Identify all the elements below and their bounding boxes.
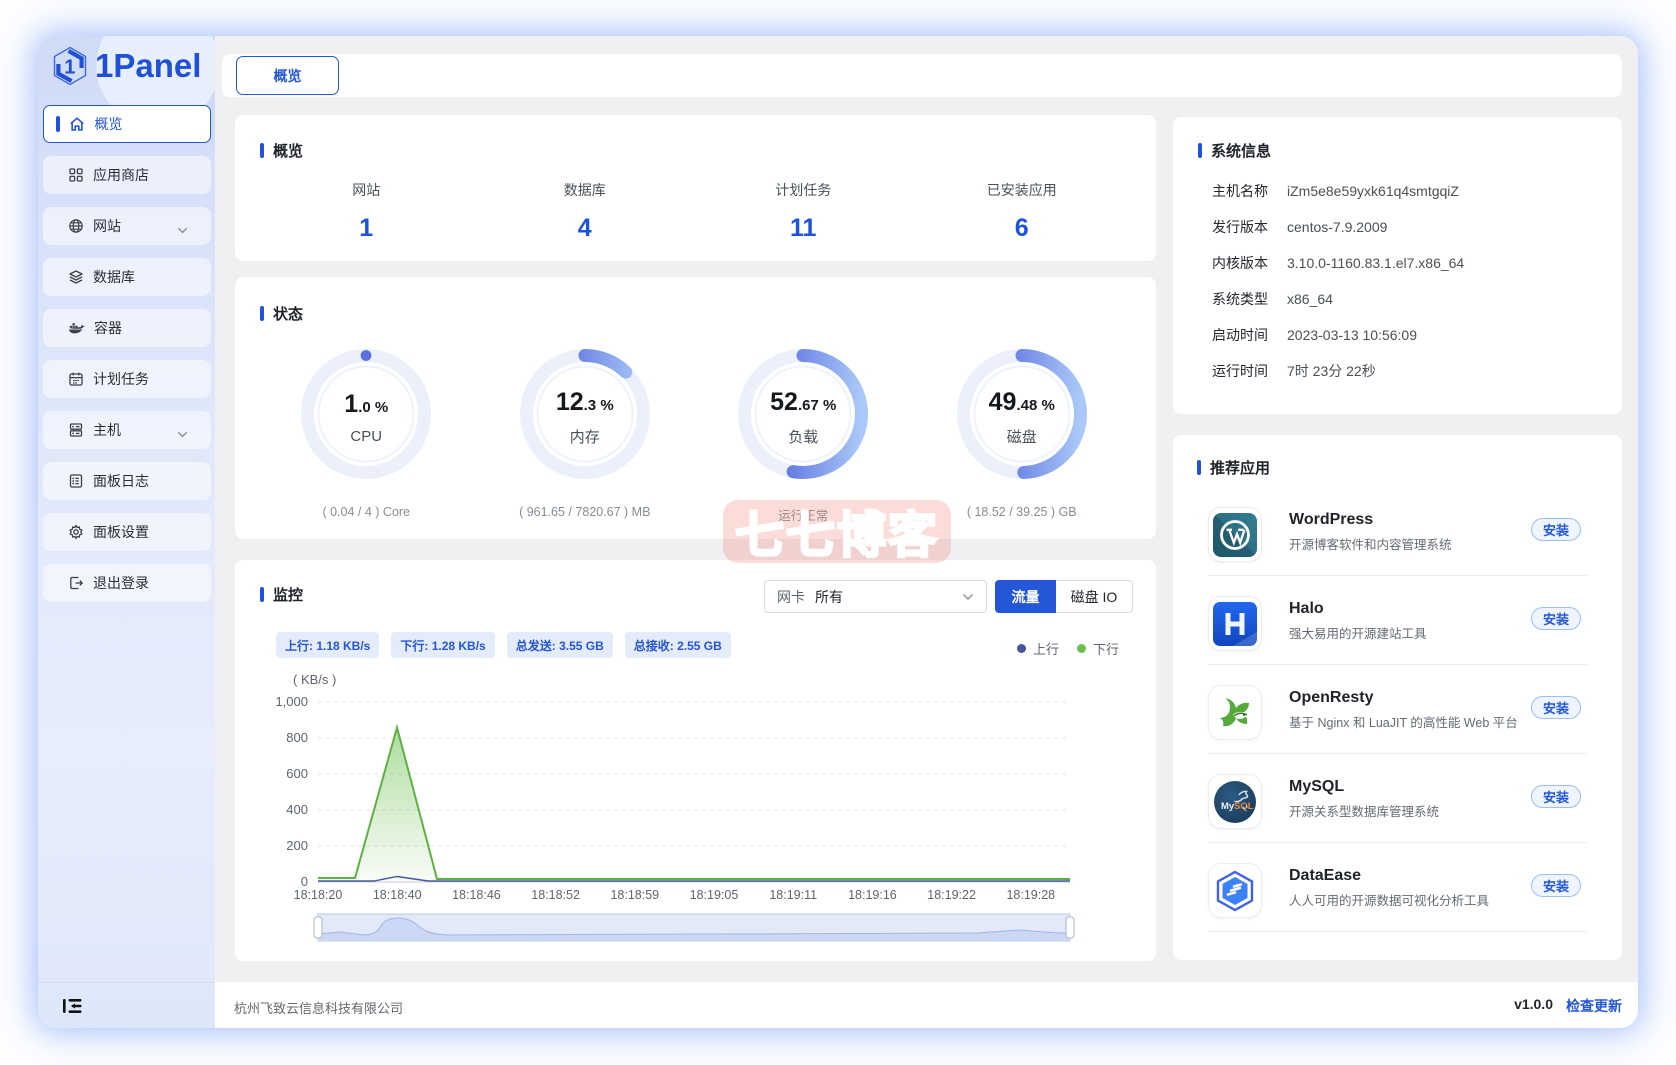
- svg-text:600: 600: [286, 766, 308, 781]
- svg-text:200: 200: [286, 838, 308, 853]
- svg-text:18:19:11: 18:19:11: [769, 888, 817, 902]
- svg-text:18:19:05: 18:19:05: [690, 888, 739, 902]
- svg-text:1,000: 1,000: [275, 694, 308, 709]
- svg-text:18:18:59: 18:18:59: [610, 888, 659, 902]
- svg-text:SQL: SQL: [1234, 801, 1254, 812]
- svg-text:18:19:22: 18:19:22: [927, 888, 976, 902]
- svg-text:18:18:46: 18:18:46: [452, 888, 501, 902]
- svg-text:18:18:52: 18:18:52: [531, 888, 580, 902]
- svg-text:18:19:16: 18:19:16: [848, 888, 897, 902]
- svg-text:18:18:40: 18:18:40: [373, 888, 422, 902]
- svg-text:400: 400: [286, 802, 308, 817]
- svg-text:18:19:28: 18:19:28: [1006, 888, 1055, 902]
- svg-text:0: 0: [301, 874, 308, 889]
- svg-text:1: 1: [64, 57, 75, 79]
- svg-text:800: 800: [286, 730, 308, 745]
- svg-text:My: My: [1221, 801, 1235, 812]
- svg-text:18:18:20: 18:18:20: [294, 888, 343, 902]
